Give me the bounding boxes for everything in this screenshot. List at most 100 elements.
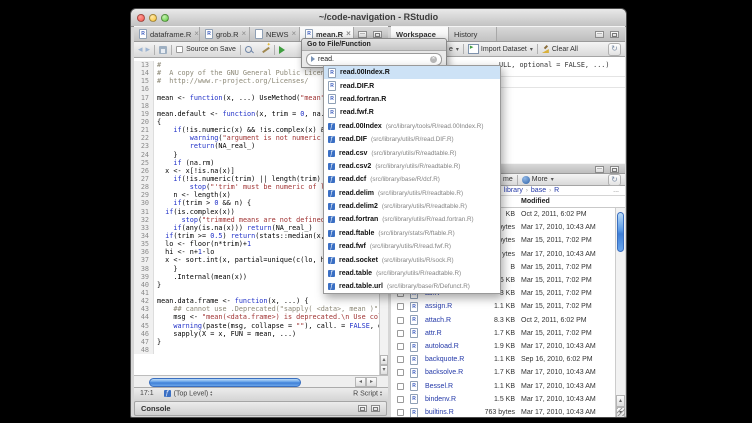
window-titlebar[interactable]: ~/code-navigation - RStudio — [131, 9, 626, 27]
console-pane-header[interactable]: Console — [134, 401, 387, 416]
goto-result-item[interactable]: read.dcf(src/library/base/R/dcf.R) — [324, 173, 500, 186]
minimize-pane-icon[interactable] — [358, 31, 367, 38]
code-text: return(NA_real_) — [154, 142, 255, 150]
file-row[interactable]: backsolve.R1.7 KBMar 17, 2010, 10:43 AM — [391, 366, 615, 379]
scroll-up-icon[interactable]: ▴ — [616, 395, 625, 407]
minimize-pane-icon[interactable] — [595, 31, 604, 38]
line-number: 22 — [134, 134, 154, 142]
scroll-up-icon[interactable]: ▴ — [380, 355, 388, 365]
source-run-icon[interactable] — [279, 46, 285, 54]
file-row[interactable]: backquote.R1.1 KBSep 16, 2010, 6:02 PM — [391, 353, 615, 366]
maximize-pane-icon[interactable] — [371, 405, 380, 412]
file-row[interactable]: Bessel.R1.1 KBMar 17, 2010, 10:43 AM — [391, 380, 615, 393]
close-tab-icon[interactable] — [346, 31, 351, 37]
code-text: } — [154, 265, 177, 273]
close-tab-icon[interactable] — [194, 31, 199, 37]
maximize-pane-icon[interactable] — [610, 31, 619, 38]
back-arrow-icon[interactable]: ◂ — [138, 45, 143, 54]
source-on-save-checkbox[interactable] — [176, 46, 183, 53]
code-text: ## cannot use .Deprecated("sapply( <data… — [154, 305, 379, 313]
file-modified: Mar 15, 2011, 7:02 PM — [521, 303, 592, 310]
goto-search-input[interactable]: read. — [306, 53, 442, 66]
maximize-pane-icon[interactable] — [373, 31, 382, 38]
code-line: 44 msg <- "mean(<data.frame>) is depreca… — [134, 313, 379, 321]
code-text: if (na.rm) — [154, 159, 214, 167]
clear-all-button[interactable]: Clear All — [552, 46, 578, 53]
goto-result-item[interactable]: read.ftable(src/library/stats/R/ftable.R… — [324, 227, 500, 240]
file-checkbox[interactable] — [397, 396, 404, 403]
goto-result-item[interactable]: read.table(src/library/utils/R/readtable… — [324, 267, 500, 280]
goto-result-item[interactable]: read.csv2(src/library/utils/R/readtable.… — [324, 160, 500, 173]
line-number: 34 — [134, 232, 154, 240]
file-row[interactable]: bindenv.R1.5 KBMar 17, 2010, 10:43 AM — [391, 393, 615, 406]
hscroll-thumb[interactable] — [149, 378, 301, 387]
goto-result-item[interactable]: read.table.url(src/library/base/R/Defunc… — [324, 280, 500, 293]
doc-type-selector[interactable]: R Script — [353, 390, 382, 397]
file-modified: Mar 17, 2010, 10:43 AM — [521, 251, 596, 258]
save-icon[interactable] — [159, 46, 167, 54]
file-modified: Mar 15, 2011, 7:02 PM — [521, 290, 592, 297]
scope-selector[interactable]: (Top Level) — [174, 390, 213, 397]
import-dataset-button[interactable]: Import Dataset — [481, 46, 533, 53]
code-text: x <- x[!is.na(x)] — [154, 167, 235, 175]
breadcrumb-more-button[interactable]: ... — [613, 187, 619, 194]
line-number: 14 — [134, 69, 154, 77]
file-row[interactable]: attr.R1.7 KBMar 15, 2011, 7:02 PM — [391, 327, 615, 340]
goto-result-item[interactable]: read.DIF.R — [324, 79, 500, 92]
tab-dataframe[interactable]: dataframe.R — [134, 27, 200, 41]
file-row[interactable]: builtins.R763 bytesMar 17, 2010, 10:43 A… — [391, 406, 615, 418]
files-vscrollbar[interactable]: ▴ ▾ — [615, 208, 625, 418]
file-checkbox[interactable] — [397, 369, 404, 376]
file-checkbox[interactable] — [397, 409, 404, 416]
search-icon[interactable] — [245, 46, 252, 53]
close-tab-icon[interactable] — [292, 31, 297, 37]
goto-result-item[interactable]: read.fortran(src/library/utils/R/read.fo… — [324, 213, 500, 226]
refresh-icon[interactable] — [608, 174, 621, 186]
column-modified[interactable]: Modified — [521, 198, 550, 205]
restore-pane-icon[interactable] — [358, 405, 367, 412]
file-name[interactable]: attr.R — [425, 330, 442, 337]
line-number: 38 — [134, 265, 154, 273]
breadcrumb-item[interactable]: base — [531, 187, 546, 194]
maximize-pane-icon[interactable] — [610, 166, 619, 173]
tab-history[interactable]: History — [449, 27, 497, 41]
goto-result-item[interactable]: read.fwf(src/library/utils/R/read.fwf.R) — [324, 240, 500, 253]
goto-result-item[interactable]: read.00Index(src/library/tools/R/read.00… — [324, 120, 500, 133]
goto-result-item[interactable]: read.fortran.R — [324, 93, 500, 106]
tab-grob[interactable]: grob.R — [200, 27, 250, 41]
file-checkbox[interactable] — [397, 383, 404, 390]
clear-search-icon[interactable] — [430, 56, 437, 63]
save-workspace-button-partial[interactable]: e — [449, 46, 459, 53]
goto-result-item[interactable]: read.DIF(src/library/utils/R/read.DIF.R) — [324, 133, 500, 146]
goto-result-item[interactable]: read.fwf.R — [324, 106, 500, 119]
goto-result-item[interactable]: read.delim2(src/library/utils/R/readtabl… — [324, 200, 500, 213]
goto-result-item[interactable]: read.csv(src/library/utils/R/readtable.R… — [324, 146, 500, 159]
editor-hscrollbar[interactable]: ◂ ▸ — [134, 375, 388, 387]
file-checkbox[interactable] — [397, 356, 404, 363]
scroll-down-icon[interactable]: ▾ — [380, 365, 388, 375]
more-button[interactable]: More — [532, 176, 554, 183]
goto-result-item[interactable]: read.00Index.R — [324, 66, 500, 79]
goto-result-item[interactable]: read.socket(src/library/utils/R/sock.R) — [324, 253, 500, 266]
scroll-right-icon[interactable]: ▸ — [366, 377, 377, 387]
file-checkbox[interactable] — [397, 330, 404, 337]
window-resize-grip[interactable] — [617, 408, 625, 416]
file-checkbox[interactable] — [397, 317, 404, 324]
close-tab-icon[interactable] — [242, 31, 247, 37]
breadcrumb-item[interactable]: R — [554, 187, 559, 194]
rename-button-partial[interactable]: me — [503, 176, 513, 183]
goto-result-item[interactable]: read.delim(src/library/utils/R/readtable… — [324, 187, 500, 200]
minimize-pane-icon[interactable] — [595, 166, 604, 173]
scroll-left-icon[interactable]: ◂ — [355, 377, 366, 387]
vscroll-thumb[interactable] — [617, 212, 624, 252]
file-row[interactable]: autoload.R1.9 KBMar 17, 2010, 10:43 AM — [391, 340, 615, 353]
file-row[interactable]: attach.R8.3 KBOct 2, 2011, 6:02 PM — [391, 314, 615, 327]
forward-arrow-icon[interactable]: ▸ — [146, 45, 151, 54]
file-checkbox[interactable] — [397, 303, 404, 310]
file-row[interactable]: assign.R1.1 KBMar 15, 2011, 7:02 PM — [391, 300, 615, 313]
refresh-icon[interactable] — [608, 43, 621, 56]
tab-news[interactable]: NEWS — [250, 27, 300, 41]
file-checkbox[interactable] — [397, 343, 404, 350]
breadcrumb-item[interactable]: library — [504, 187, 523, 194]
code-tools-wand-icon[interactable] — [261, 45, 270, 54]
